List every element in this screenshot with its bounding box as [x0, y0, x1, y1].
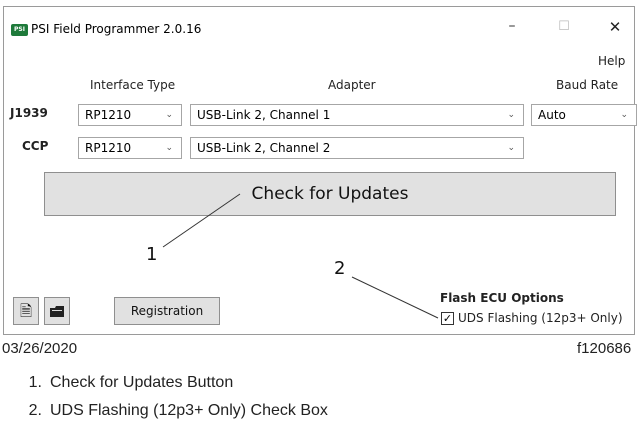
uds-flashing-label[interactable]: UDS Flashing (12p3+ Only) — [458, 311, 623, 325]
callout-2: 2 — [334, 258, 346, 279]
legend-text: UDS Flashing (12p3+ Only) Check Box — [50, 402, 328, 419]
legend-item-1: 1. Check for Updates Button — [20, 374, 234, 392]
callout-leaders — [162, 193, 439, 319]
flash-ecu-options-heading: Flash ECU Options — [440, 291, 564, 305]
folder-icon — [50, 306, 64, 317]
figure-date: 03/26/2020 — [2, 340, 78, 357]
document-flag-icon: 🗎 — [19, 302, 33, 320]
callout-2-leader — [351, 276, 439, 319]
legend-text: Check for Updates Button — [50, 374, 234, 391]
callout-1: 1 — [146, 244, 158, 265]
figure-id: f120686 — [577, 340, 632, 357]
legend-number: 1. — [28, 374, 42, 391]
folder-button[interactable] — [44, 297, 70, 325]
uds-flashing-checkbox[interactable]: ✓ — [441, 312, 454, 325]
document-flag-button[interactable]: 🗎 — [13, 297, 39, 325]
callout-1-leader — [162, 193, 241, 248]
legend-number: 2. — [28, 402, 42, 419]
legend-item-2: 2. UDS Flashing (12p3+ Only) Check Box — [20, 402, 328, 420]
registration-button[interactable]: Registration — [114, 297, 220, 325]
